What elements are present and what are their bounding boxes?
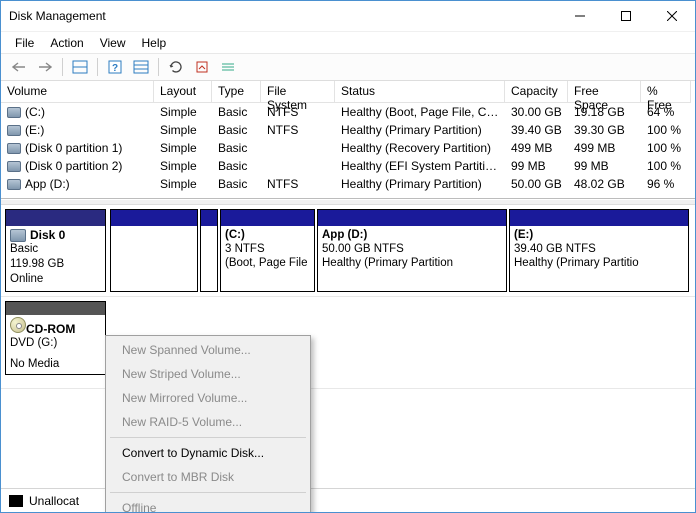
col-layout[interactable]: Layout — [154, 81, 212, 103]
volume-icon — [7, 179, 21, 190]
col-type[interactable]: Type — [212, 81, 261, 103]
menu-action[interactable]: Action — [42, 34, 91, 52]
maximize-button[interactable] — [603, 1, 649, 31]
disk0-size: 119.98 GB — [10, 257, 101, 272]
ctx-new-spanned: New Spanned Volume... — [108, 338, 308, 362]
cdrom-status: No Media — [10, 357, 101, 372]
volume-row[interactable]: (Disk 0 partition 1)SimpleBasicHealthy (… — [1, 139, 695, 157]
ctx-new-raid5: New RAID-5 Volume... — [108, 410, 308, 434]
toolbar: ? — [1, 53, 695, 81]
title-bar: Disk Management — [1, 1, 695, 31]
col-volume[interactable]: Volume — [1, 81, 154, 103]
volume-row[interactable]: (C:)SimpleBasicNTFSHealthy (Boot, Page F… — [1, 103, 695, 121]
minimize-button[interactable] — [557, 1, 603, 31]
volume-icon — [7, 143, 21, 154]
help-button[interactable]: ? — [103, 56, 127, 78]
cdrom-info[interactable]: CD-ROM DVD (G:) No Media — [5, 301, 106, 375]
menu-view[interactable]: View — [92, 34, 134, 52]
close-button[interactable] — [649, 1, 695, 31]
col-status[interactable]: Status — [335, 81, 505, 103]
volume-row[interactable]: App (D:)SimpleBasicNTFSHealthy (Primary … — [1, 175, 695, 193]
col-pctfree[interactable]: % Free — [641, 81, 691, 103]
cdrom-drive: DVD (G:) — [10, 336, 101, 351]
partition[interactable] — [200, 209, 218, 292]
volume-row[interactable]: (Disk 0 partition 2)SimpleBasicHealthy (… — [1, 157, 695, 175]
partition[interactable]: (E:)39.40 GB NTFSHealthy (Primary Partit… — [509, 209, 689, 292]
volume-header: Volume Layout Type File System Status Ca… — [1, 81, 695, 103]
back-button[interactable] — [7, 56, 31, 78]
svg-text:?: ? — [112, 63, 118, 74]
col-freespace[interactable]: Free Space — [568, 81, 641, 103]
volume-icon — [7, 161, 21, 172]
disk0-row: Disk 0 Basic 119.98 GB Online (C:)3 NTFS… — [1, 205, 695, 297]
col-filesystem[interactable]: File System — [261, 81, 335, 103]
ctx-convert-dynamic[interactable]: Convert to Dynamic Disk... — [108, 441, 308, 465]
forward-button[interactable] — [33, 56, 57, 78]
partition[interactable] — [110, 209, 198, 292]
ctx-convert-mbr: Convert to MBR Disk — [108, 465, 308, 489]
menu-file[interactable]: File — [7, 34, 42, 52]
disk0-status: Online — [10, 272, 101, 287]
ctx-offline: Offline — [108, 496, 308, 512]
legend-unallocated-swatch — [9, 495, 23, 507]
partition[interactable]: (C:)3 NTFS(Boot, Page File — [220, 209, 315, 292]
legend-unallocated-label: Unallocat — [29, 494, 79, 508]
disc-icon — [10, 317, 26, 333]
volume-icon — [7, 107, 21, 118]
menu-bar: File Action View Help — [1, 31, 695, 53]
context-menu: New Spanned Volume... New Striped Volume… — [105, 335, 311, 512]
ctx-new-striped: New Striped Volume... — [108, 362, 308, 386]
disk0-info[interactable]: Disk 0 Basic 119.98 GB Online — [5, 209, 106, 292]
view-list-button[interactable] — [129, 56, 153, 78]
partition[interactable]: App (D:)50.00 GB NTFSHealthy (Primary Pa… — [317, 209, 507, 292]
settings-button[interactable] — [216, 56, 240, 78]
col-capacity[interactable]: Capacity — [505, 81, 568, 103]
disk0-name: Disk 0 — [30, 228, 65, 242]
disk-icon — [10, 229, 26, 242]
volume-icon — [7, 125, 21, 136]
window-title: Disk Management — [9, 9, 557, 23]
refresh-button[interactable] — [164, 56, 188, 78]
cdrom-name: CD-ROM — [26, 322, 75, 336]
disk0-type: Basic — [10, 242, 101, 257]
properties-button[interactable] — [190, 56, 214, 78]
volume-row[interactable]: (E:)SimpleBasicNTFSHealthy (Primary Part… — [1, 121, 695, 139]
volume-list: Volume Layout Type File System Status Ca… — [1, 81, 695, 199]
view-split-button[interactable] — [68, 56, 92, 78]
menu-help[interactable]: Help — [134, 34, 175, 52]
ctx-new-mirrored: New Mirrored Volume... — [108, 386, 308, 410]
